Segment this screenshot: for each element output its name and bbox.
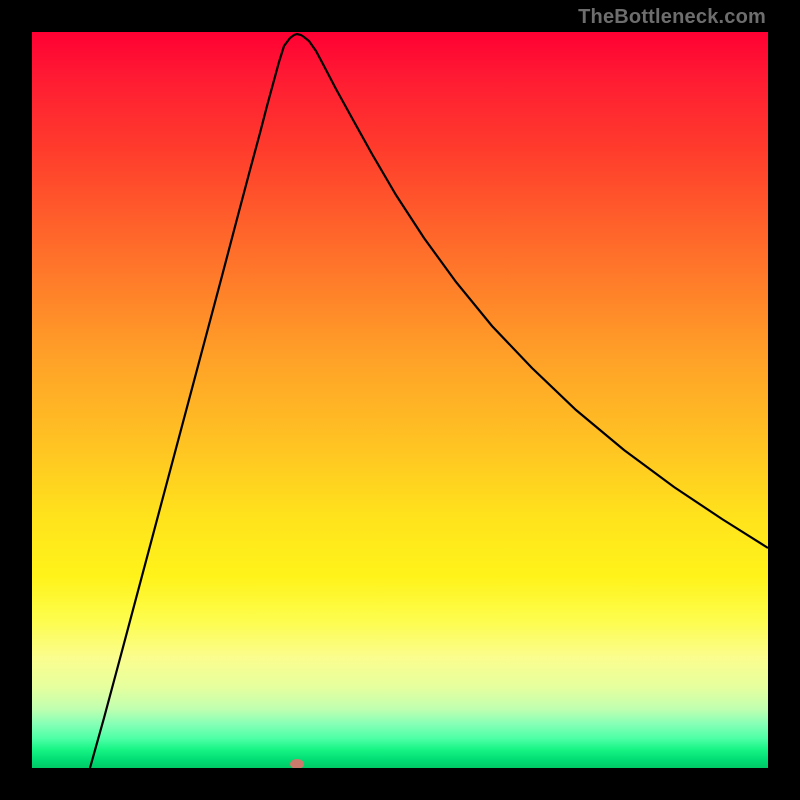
chart-frame: TheBottleneck.com — [0, 0, 800, 800]
bottleneck-curve — [32, 32, 768, 768]
curve-path — [90, 34, 768, 768]
watermark-text: TheBottleneck.com — [578, 6, 766, 29]
optimum-marker — [290, 759, 304, 768]
plot-area — [32, 32, 768, 768]
